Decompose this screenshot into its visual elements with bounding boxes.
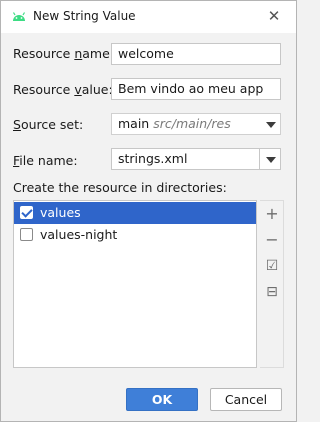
chevron-down-icon[interactable] <box>266 157 276 163</box>
list-item-values[interactable]: values <box>14 202 256 224</box>
resource-name-label: Resource name: <box>13 46 114 61</box>
combo-divider <box>259 149 260 169</box>
list-item-label: values-night <box>40 227 118 242</box>
directories-list[interactable]: values values-night <box>13 200 257 368</box>
resource-value-label: Resource value: <box>13 82 113 97</box>
resource-value-input[interactable]: Bem vindo ao meu app <box>111 78 281 100</box>
file-name-label: File name: <box>13 153 78 168</box>
file-name-value: strings.xml <box>118 151 188 166</box>
resource-name-input[interactable]: welcome <box>111 43 281 65</box>
source-set-label: Source set: <box>13 117 84 132</box>
android-icon <box>12 12 26 21</box>
uncheck-all-icon[interactable]: ⊟ <box>262 282 282 302</box>
add-icon[interactable]: + <box>262 204 282 224</box>
list-item-label: values <box>40 205 81 220</box>
checkbox-values-night[interactable] <box>20 228 33 241</box>
dialog-title: New String Value <box>33 9 136 23</box>
remove-icon[interactable]: − <box>262 230 282 250</box>
source-set-hint: src/main/res <box>153 116 231 131</box>
list-item-values-night[interactable]: values-night <box>14 224 256 246</box>
directories-label: Create the resource in directories: <box>13 180 227 195</box>
list-toolbar: + − ☑ ⊟ <box>260 200 284 368</box>
file-name-combobox[interactable]: strings.xml <box>111 148 281 170</box>
source-set-dropdown[interactable]: main src/main/res <box>111 113 281 135</box>
title-bar: New String Value ✕ <box>1 1 296 33</box>
checkbox-values[interactable] <box>20 206 33 219</box>
dialog-window: New String Value ✕ Resource name: welcom… <box>0 0 297 422</box>
check-all-icon[interactable]: ☑ <box>262 256 282 276</box>
close-icon[interactable]: ✕ <box>263 5 285 27</box>
cancel-button[interactable]: Cancel <box>210 388 282 411</box>
chevron-down-icon <box>266 122 276 128</box>
ok-button[interactable]: OK <box>126 388 198 411</box>
source-set-value: main <box>118 116 150 131</box>
